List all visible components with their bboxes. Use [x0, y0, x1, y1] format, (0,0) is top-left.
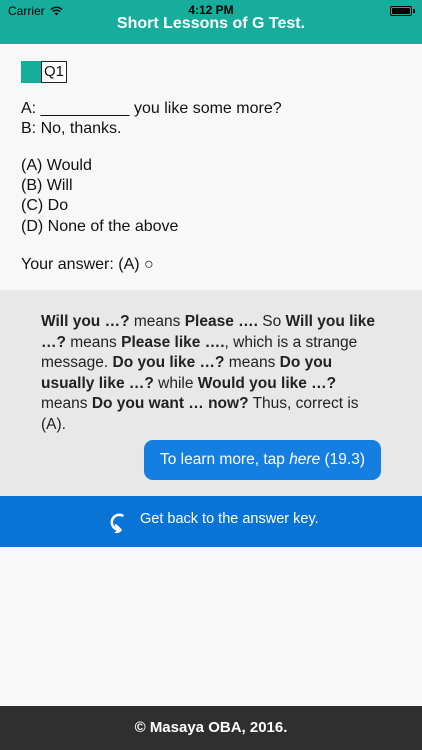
option-d: (D) None of the above — [21, 218, 179, 235]
explanation-fragment: while — [153, 374, 198, 392]
battery-nub — [413, 9, 415, 13]
learn-more-suffix: (19.3) — [320, 451, 366, 468]
your-answer: Your answer: (A) ○ — [21, 256, 154, 273]
question-number-badge: Q1 — [21, 61, 68, 83]
copyright-text: © Masaya OBA, 2016. — [134, 719, 288, 736]
option-c: (C) Do — [21, 197, 69, 214]
app-title: Short Lessons of G Test. — [116, 15, 306, 32]
question-number-label: Q1 — [41, 61, 68, 83]
return-arrow-icon — [110, 513, 124, 533]
explanation-term: Please like …. — [121, 333, 225, 351]
battery-level — [392, 8, 410, 14]
dialogue-line-a: A: __________ you like some more? — [21, 100, 282, 117]
explanation-fragment: means — [65, 333, 122, 351]
explanation-text: Will you …? means Please …. So Will you … — [41, 312, 381, 435]
explanation-fragment: means — [129, 313, 185, 330]
explanation-term: Do you want … now? — [91, 395, 249, 412]
explanation-term: Do you like …? — [112, 354, 225, 371]
explanation-term: Will you …? — [41, 313, 130, 330]
learn-more-prefix: To learn more, tap — [159, 451, 290, 468]
explanation-fragment: So — [257, 313, 286, 330]
explanation-term: Please …. — [184, 313, 258, 330]
learn-more-link[interactable]: here — [289, 451, 320, 468]
back-button-label: Get back to the answer key. — [140, 511, 319, 527]
footer: © Masaya OBA, 2016. — [0, 706, 422, 750]
explanation-panel: Will you …? means Please …. So Will you … — [0, 290, 422, 496]
explanation-fragment: means — [41, 395, 92, 412]
option-a: (A) Would — [21, 157, 92, 174]
option-b: (B) Will — [21, 177, 73, 194]
explanation-term: Would you like …? — [197, 374, 337, 392]
learn-more-button[interactable]: To learn more, tap here (19.3) — [144, 440, 381, 480]
dialogue-line-b: B: No, thanks. — [21, 120, 122, 137]
header-bar: Carrier 4:12 PM Short Lessons of G Test. — [0, 0, 422, 44]
question-badge-tab — [21, 61, 41, 83]
back-to-answer-key-button[interactable]: Get back to the answer key. — [0, 496, 422, 547]
explanation-fragment: means — [224, 354, 280, 371]
